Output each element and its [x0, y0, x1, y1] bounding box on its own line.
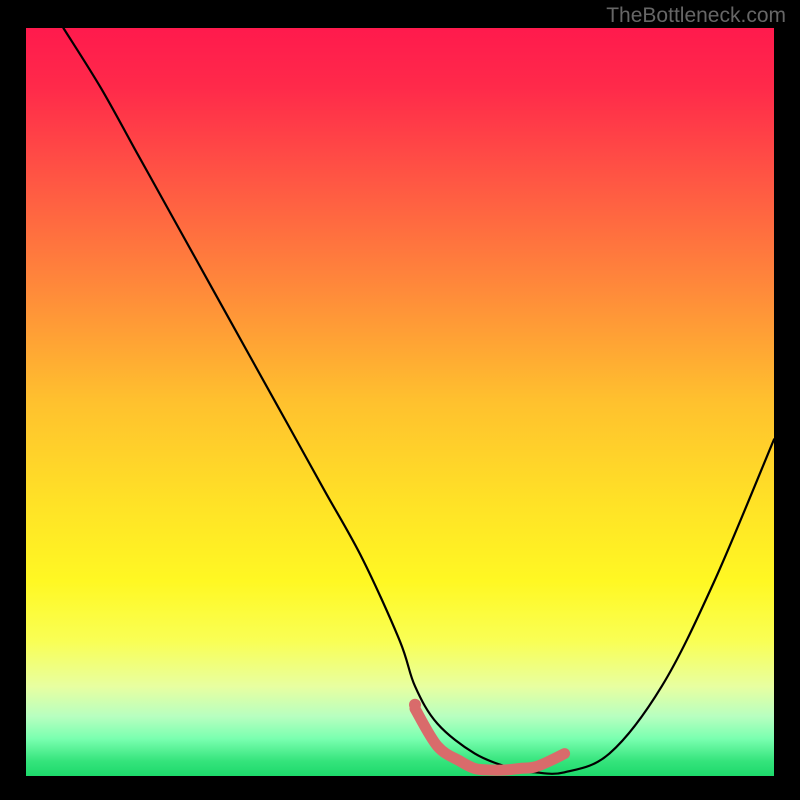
- chart-plot-area: [26, 28, 774, 776]
- watermark-text: TheBottleneck.com: [606, 4, 786, 28]
- pink-marker-dot: [409, 699, 421, 711]
- chart-svg: [26, 28, 774, 776]
- curve-black-path: [63, 28, 774, 774]
